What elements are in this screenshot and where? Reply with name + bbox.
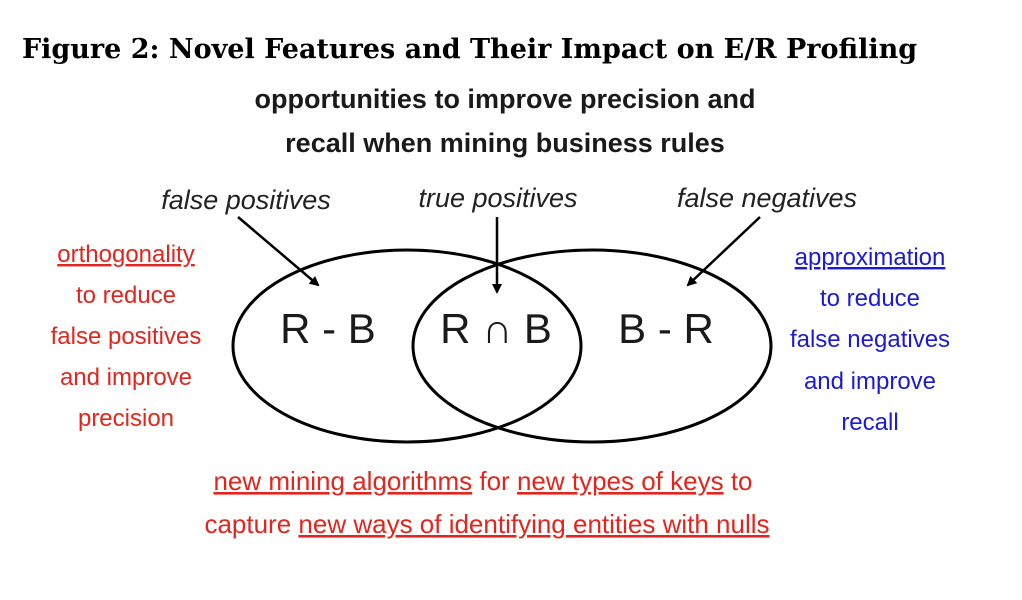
left-note-line: and improve [60,364,192,391]
bottom-note-segment: new types of keys [517,466,724,496]
right-note-line: to reduce [820,285,920,312]
left-note-line: to reduce [76,282,176,309]
arrow-false-positives [237,216,320,287]
subtitle-line-1: opportunities to improve precision and [254,84,755,114]
right-note-line: recall [841,409,898,436]
bottom-note-segment: to [724,466,753,496]
set-r-intersect-b: R ∩ B [440,305,552,352]
label-true-positives: true positives [418,183,577,213]
left-note-line: precision [78,405,174,432]
set-r-minus-b: R - B [280,305,376,352]
right-note-line: false negatives [790,326,950,353]
venn-diagram-figure: Figure 2: Novel Features and Their Impac… [22,34,950,539]
bottom-note-segment: capture [204,509,298,539]
right-note-line: and improve [804,368,936,395]
bottom-note-segment: new ways of identifying entities with nu… [298,509,769,539]
figure-title: Figure 2: Novel Features and Their Impac… [22,34,917,65]
left-note-line: orthogonality [57,241,194,268]
right-note-line: approximation [795,244,946,271]
label-false-positives: false positives [161,185,331,215]
subtitle-line-2: recall when mining business rules [285,128,725,158]
arrow-false-negatives [686,216,761,287]
right-note: approximation to reduce false negatives … [790,244,950,436]
bottom-note-segment: for [472,466,517,496]
label-false-negatives: false negatives [677,183,857,213]
set-b-minus-r: B - R [618,305,714,352]
left-note: orthogonality to reduce false positives … [51,241,202,432]
left-note-line: false positives [51,323,202,350]
bottom-note-line-2: capture new ways of identifying entities… [204,509,769,539]
bottom-note-line-1: new mining algorithms for new types of k… [213,466,752,496]
bottom-note-segment: new mining algorithms [213,466,472,496]
